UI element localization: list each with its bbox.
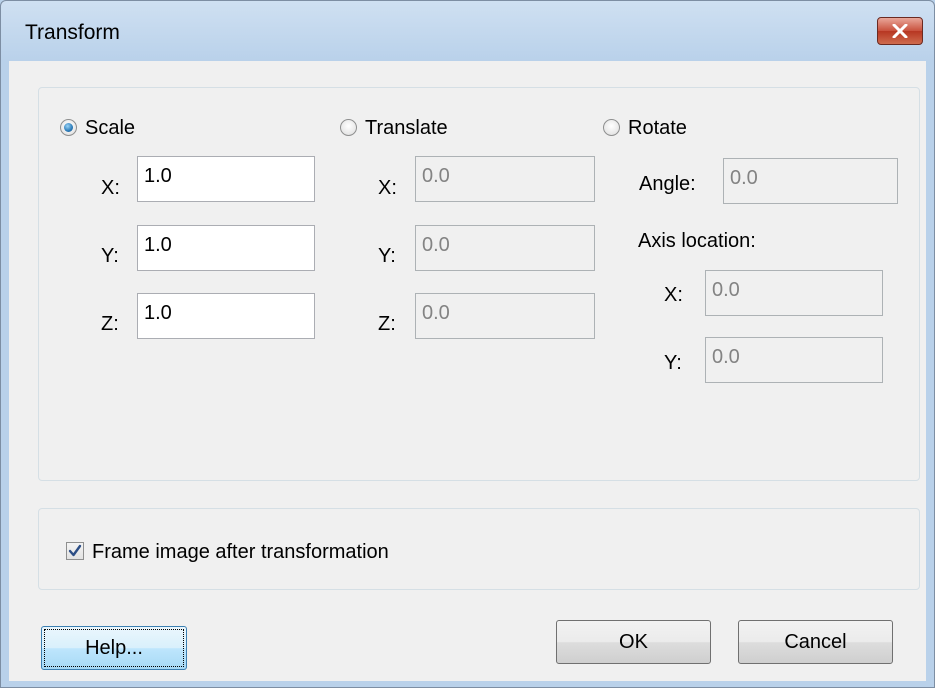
translate-label[interactable]: Translate [365,117,448,140]
checkmark-icon [68,544,82,557]
dialog-body: Scale X: 1.0 Y: 1.0 Z: 1.0 Translate X: … [9,61,926,681]
scale-label[interactable]: Scale [85,117,135,140]
axis-x-label: X: [664,284,683,306]
angle-field[interactable]: 0.0 [723,158,898,204]
ok-button[interactable]: OK [556,620,711,664]
close-icon [892,24,908,38]
close-button[interactable] [877,17,923,45]
rotate-radio[interactable] [603,119,620,136]
help-button[interactable]: Help... [41,626,187,670]
translate-radio[interactable] [340,119,357,136]
scale-radio[interactable] [60,119,77,136]
rotate-label[interactable]: Rotate [628,117,687,140]
scale-x-field[interactable]: 1.0 [137,156,315,202]
scale-y-label: Y: [101,245,119,267]
translate-y-field[interactable]: 0.0 [415,225,595,271]
translate-y-label: Y: [378,245,396,267]
axis-y-label: Y: [664,352,682,374]
scale-z-label: Z: [101,313,119,335]
frame-image-checkbox[interactable] [66,542,84,560]
scale-z-field[interactable]: 1.0 [137,293,315,339]
axis-y-field[interactable]: 0.0 [705,337,883,383]
transform-group: Scale X: 1.0 Y: 1.0 Z: 1.0 Translate X: … [38,87,920,481]
frame-image-label[interactable]: Frame image after transformation [92,541,389,564]
title-bar[interactable]: Transform [1,1,934,61]
translate-z-label: Z: [378,313,396,335]
translate-x-field[interactable]: 0.0 [415,156,595,202]
angle-label: Angle: [639,173,696,195]
translate-x-label: X: [378,177,397,199]
scale-y-field[interactable]: 1.0 [137,225,315,271]
scale-x-label: X: [101,177,120,199]
options-group: Frame image after transformation [38,508,920,590]
translate-z-field[interactable]: 0.0 [415,293,595,339]
axis-x-field[interactable]: 0.0 [705,270,883,316]
transform-dialog: Transform Scale X: 1.0 Y: 1.0 Z: 1.0 Tra… [0,0,935,688]
cancel-button[interactable]: Cancel [738,620,893,664]
dialog-title: Transform [25,21,120,44]
axis-location-label: Axis location: [638,230,756,252]
